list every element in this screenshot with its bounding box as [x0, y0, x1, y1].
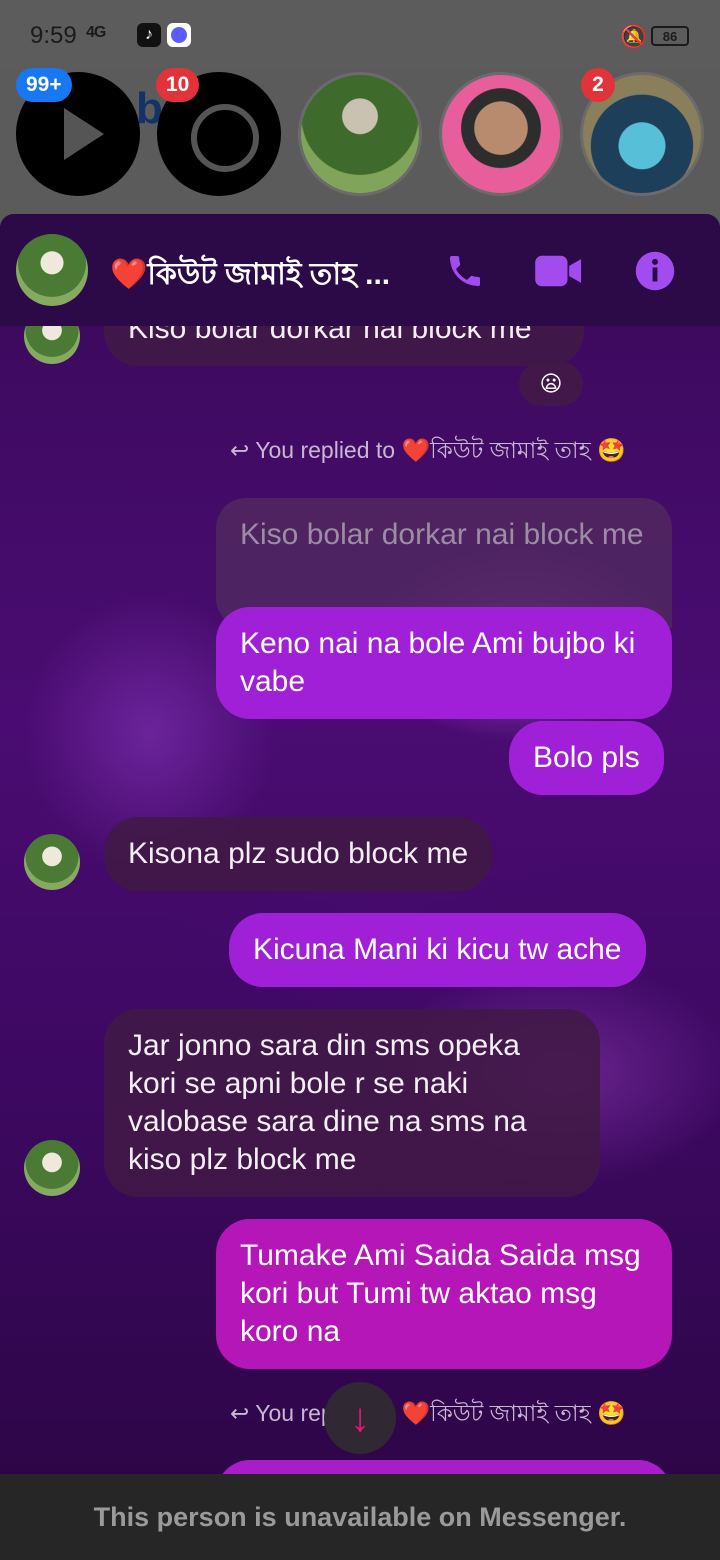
watch-badge: 99+	[16, 68, 72, 102]
outgoing-message[interactable]: Kicuna Mani ki kicu tw ache	[229, 913, 646, 987]
contact-name[interactable]: ❤️কিউট জামাই তাহ ...	[110, 250, 410, 301]
messenger-notification-icon	[167, 23, 191, 47]
story-badge: 2	[581, 68, 615, 102]
reply-note: ↩ You replied to ❤️কিউট জামাই তাহ 🤩	[230, 432, 626, 471]
contact-avatar[interactable]	[16, 234, 88, 306]
messenger-badge: 10	[156, 68, 200, 102]
status-bar: 9:59 4G ♪ 🔕 86	[0, 0, 720, 70]
incoming-message[interactable]: Kisona plz sudo block me	[104, 817, 493, 891]
reply-note-text: You replied to ❤️কিউট জামাই তাহ 🤩	[255, 437, 626, 463]
outgoing-message[interactable]: Keno nai na bole Ami bujbo ki vabe	[216, 607, 672, 719]
sender-avatar[interactable]	[24, 1140, 80, 1196]
outgoing-message-partial[interactable]	[216, 1460, 672, 1474]
story-avatar[interactable]	[439, 72, 563, 196]
reply-note-text: You replied to ❤️কিউট জামাই তাহ 🤩	[255, 1400, 626, 1426]
tiktok-notification-icon: ♪	[137, 23, 161, 47]
phone-icon[interactable]	[440, 246, 490, 296]
network-indicator: 4G	[86, 24, 106, 41]
story-avatar[interactable]	[298, 72, 422, 196]
video-camera-icon[interactable]	[534, 246, 584, 296]
reply-arrow-icon: ↩	[230, 1400, 250, 1426]
arrow-down-icon: ↓	[350, 1395, 370, 1440]
reply-note: ↩ You replied to ❤️কিউট জামাই তাহ 🤩	[230, 1395, 626, 1434]
message-list[interactable]: Kiso bolar dorkar nai block me 😦 ↩ You r…	[0, 214, 720, 1474]
chat-header: ❤️কিউট জামাই তাহ ...	[0, 214, 720, 326]
battery-indicator: 86	[651, 26, 689, 46]
unavailable-notice: This person is unavailable on Messenger.	[0, 1474, 720, 1560]
chat-sheet: ❤️কিউট জামাই তাহ ... Kiso bolar dorkar n…	[0, 214, 720, 1474]
incoming-message[interactable]: Jar jonno sara din sms opeka kori se apn…	[104, 1009, 600, 1197]
reaction-badge[interactable]: 😦	[519, 362, 583, 406]
outgoing-message[interactable]: Tumake Ami Saida Saida msg kori but Tumi…	[216, 1219, 672, 1369]
clock: 9:59	[30, 22, 77, 49]
outgoing-message[interactable]: Bolo pls	[509, 721, 664, 795]
reply-arrow-icon: ↩	[230, 437, 250, 463]
bell-muted-icon: 🔕	[620, 24, 648, 49]
sender-avatar[interactable]	[24, 834, 80, 890]
scroll-to-bottom-button[interactable]: ↓	[324, 1382, 396, 1454]
info-icon[interactable]	[630, 246, 680, 296]
